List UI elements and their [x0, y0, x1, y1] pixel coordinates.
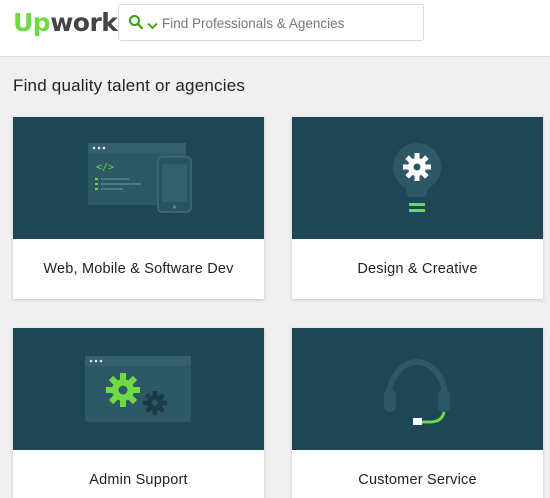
- search-input[interactable]: [162, 13, 412, 33]
- category-card-web-mobile-software-dev[interactable]: </> Web, Mobile & Software Dev: [13, 117, 264, 299]
- chevron-down-icon[interactable]: [147, 17, 158, 35]
- upwork-logo[interactable]: Upwork: [13, 8, 118, 38]
- logo-up-text: Up: [13, 8, 51, 37]
- category-card-design-creative[interactable]: Design & Creative: [292, 117, 543, 299]
- code-window-phone-icon: </>: [88, 143, 192, 213]
- category-label: Web, Mobile & Software Dev: [43, 261, 234, 277]
- category-art: [292, 117, 543, 239]
- top-bar: Upwork: [0, 0, 550, 57]
- headset-icon: [384, 359, 450, 425]
- lightbulb-gear-icon: [393, 143, 441, 212]
- category-card-admin-support[interactable]: Admin Support: [13, 328, 264, 498]
- logo-work-text: work: [50, 8, 118, 37]
- gears-window-icon: [85, 356, 191, 422]
- category-art: [292, 328, 543, 450]
- category-art: </>: [13, 117, 264, 239]
- search-icon[interactable]: [128, 14, 144, 35]
- category-label: Customer Service: [358, 472, 477, 488]
- category-label: Admin Support: [89, 472, 188, 488]
- svg-text:</>: </>: [96, 162, 114, 173]
- search-bar[interactable]: [118, 4, 424, 41]
- category-label: Design & Creative: [357, 261, 478, 277]
- category-card-customer-service[interactable]: Customer Service: [292, 328, 543, 498]
- category-art: [13, 328, 264, 450]
- page-title: Find quality talent or agencies: [13, 76, 246, 95]
